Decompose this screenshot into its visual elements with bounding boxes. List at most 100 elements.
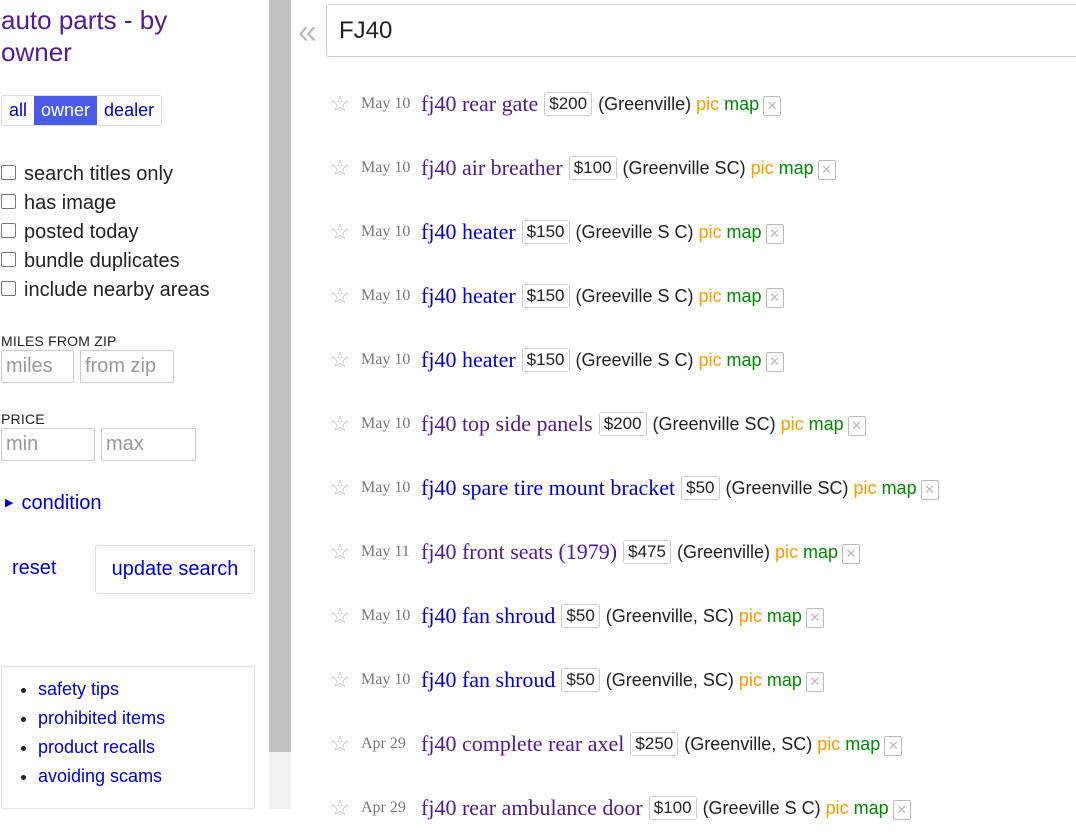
result-title-link[interactable]: fj40 rear gate xyxy=(421,91,538,117)
link-prohibited-items[interactable]: prohibited items xyxy=(38,704,254,733)
checkbox[interactable] xyxy=(1,165,16,180)
purveyor-all[interactable]: all xyxy=(2,96,34,125)
result-date: May 10 xyxy=(361,287,411,304)
result-map-link[interactable]: map xyxy=(845,734,880,755)
result-price: $150 xyxy=(521,284,570,308)
filter-label: search titles only xyxy=(24,163,173,185)
star-favorite-icon[interactable]: ☆ xyxy=(330,795,361,821)
star-favorite-icon[interactable]: ☆ xyxy=(330,155,361,181)
trash-hide-icon[interactable]: ✕ xyxy=(847,416,866,436)
result-date: May 10 xyxy=(361,671,411,688)
filter-label: bundle duplicates xyxy=(24,250,180,272)
star-favorite-icon[interactable]: ☆ xyxy=(330,91,361,117)
result-price: $50 xyxy=(561,668,600,692)
link-avoiding-scams[interactable]: avoiding scams xyxy=(38,762,254,791)
star-favorite-icon[interactable]: ☆ xyxy=(330,731,361,757)
reset-button[interactable]: reset xyxy=(12,557,56,580)
sidebar-scrollbar[interactable] xyxy=(269,0,291,809)
result-location: (Greeville S C) xyxy=(575,221,694,242)
result-title-link[interactable]: fj40 fan shroud xyxy=(421,603,555,629)
trash-hide-icon[interactable]: ✕ xyxy=(842,544,861,564)
trash-hide-icon[interactable]: ✕ xyxy=(805,672,824,692)
filter-search-titles[interactable]: search titles only xyxy=(0,160,210,189)
filter-posted-today[interactable]: posted today xyxy=(0,218,210,247)
star-favorite-icon[interactable]: ☆ xyxy=(330,283,361,309)
price-max-input[interactable]: max xyxy=(101,428,196,461)
star-favorite-icon[interactable]: ☆ xyxy=(330,219,361,245)
result-map-link[interactable]: map xyxy=(724,94,759,115)
result-row: ☆ May 10 fj40 spare tire mount bracket $50(… xyxy=(330,456,939,520)
result-title-link[interactable]: fj40 air breather xyxy=(421,155,563,181)
trash-hide-icon[interactable]: ✕ xyxy=(763,96,782,116)
result-date: Apr 29 xyxy=(361,735,406,752)
star-favorite-icon[interactable]: ☆ xyxy=(330,539,361,565)
result-map-link[interactable]: map xyxy=(779,158,814,179)
trash-hide-icon[interactable]: ✕ xyxy=(765,288,784,308)
result-map-link[interactable]: map xyxy=(767,606,802,627)
checkbox[interactable] xyxy=(1,194,16,209)
link-safety-tips[interactable]: safety tips xyxy=(38,675,254,704)
result-date: May 10 xyxy=(361,223,411,240)
result-map-link[interactable]: map xyxy=(809,414,844,435)
result-row: ☆ Apr 29 fj40 complete rear axel $250 (Green… xyxy=(330,712,939,776)
result-title-link[interactable]: fj40 spare tire mount bracket xyxy=(421,475,675,501)
trash-hide-icon[interactable]: ✕ xyxy=(892,800,911,820)
result-title-link[interactable]: fj40 top side panels xyxy=(421,411,593,437)
condition-toggle[interactable]: ▶ condition xyxy=(5,492,102,515)
trash-hide-icon[interactable]: ✕ xyxy=(817,160,836,180)
purveyor-owner[interactable]: owner xyxy=(34,96,98,125)
category-title[interactable]: auto parts - by owner xyxy=(1,4,231,68)
scrollbar-thumb[interactable] xyxy=(269,0,291,752)
star-favorite-icon[interactable]: ☆ xyxy=(330,411,361,437)
result-row: ☆ May 10 fj40 heater $150 (Greeville S C) pic… xyxy=(330,264,939,328)
result-price: $475 xyxy=(623,540,671,564)
result-pic-tag: pic xyxy=(853,477,877,498)
checkbox[interactable] xyxy=(1,281,16,296)
result-date: May 10 xyxy=(361,415,411,432)
result-row: ☆ May 11 fj40 front seats (1979) $475 (Green… xyxy=(330,520,939,584)
result-location: (Greenville, SC) xyxy=(605,605,734,626)
checkbox[interactable] xyxy=(1,223,16,238)
result-map-link[interactable]: map xyxy=(767,670,802,691)
price-min-input[interactable]: min xyxy=(1,428,95,461)
trash-hide-icon[interactable]: ✕ xyxy=(920,480,939,500)
result-title-link[interactable]: fj40 heater xyxy=(421,283,516,309)
result-map-link[interactable]: map xyxy=(854,798,889,819)
trash-hide-icon[interactable]: ✕ xyxy=(765,352,784,372)
result-pic-tag: pic xyxy=(780,413,804,434)
result-title-link[interactable]: fj40 fan shroud xyxy=(421,667,555,693)
result-location: (Greeville S C) xyxy=(702,797,821,818)
miles-input[interactable]: miles xyxy=(1,350,74,383)
filter-label: has image xyxy=(24,192,117,214)
result-row: ☆ May 10 fj40 heater $150 (Greeville S C) pic… xyxy=(330,328,939,392)
star-favorite-icon[interactable]: ☆ xyxy=(330,603,361,629)
zip-input[interactable]: from zip xyxy=(80,350,174,383)
result-title-link[interactable]: fj40 rear ambulance door xyxy=(421,795,643,821)
filter-nearby-areas[interactable]: include nearby areas xyxy=(0,276,210,305)
trash-hide-icon[interactable]: ✕ xyxy=(805,608,824,628)
result-title-link[interactable]: fj40 heater xyxy=(421,347,516,373)
result-price: $200 xyxy=(598,412,647,436)
result-title-link[interactable]: fj40 heater xyxy=(421,219,516,245)
result-map-link[interactable]: map xyxy=(882,478,917,499)
filter-has-image[interactable]: has image xyxy=(0,189,210,218)
result-map-link[interactable]: map xyxy=(727,350,762,371)
star-favorite-icon[interactable]: ☆ xyxy=(330,667,361,693)
result-title-link[interactable]: fj40 complete rear axel xyxy=(421,731,624,757)
result-map-link[interactable]: map xyxy=(727,286,762,307)
purveyor-dealer[interactable]: dealer xyxy=(97,96,161,125)
star-favorite-icon[interactable]: ☆ xyxy=(330,347,361,373)
result-title-link[interactable]: fj40 front seats (1979) xyxy=(421,539,617,565)
star-favorite-icon[interactable]: ☆ xyxy=(330,475,361,501)
checkbox[interactable] xyxy=(1,252,16,267)
double-chevron-left-icon[interactable]: « xyxy=(298,12,317,52)
result-map-link[interactable]: map xyxy=(727,222,762,243)
filter-label: posted today xyxy=(24,221,139,243)
trash-hide-icon[interactable]: ✕ xyxy=(884,736,903,756)
update-search-button[interactable]: update search xyxy=(95,545,255,594)
filter-bundle-duplicates[interactable]: bundle duplicates xyxy=(0,247,210,276)
trash-hide-icon[interactable]: ✕ xyxy=(765,224,784,244)
link-product-recalls[interactable]: product recalls xyxy=(38,733,254,762)
result-map-link[interactable]: map xyxy=(803,542,838,563)
search-input[interactable]: FJ40 xyxy=(326,4,1076,57)
